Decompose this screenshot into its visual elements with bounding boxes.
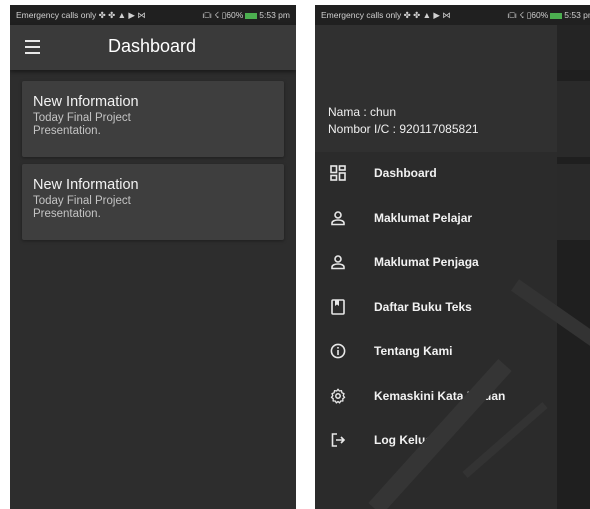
status-left-text: Emergency calls only ✤ ✤ ▲ ▶ ⋈ [321, 10, 451, 20]
info-card-title: New Information [33, 94, 139, 110]
gear-icon [330, 388, 346, 404]
status-signal-text: ı⎕ı ☇ ▯60% [202, 10, 244, 20]
drawer-item-label: Dashboard [374, 166, 437, 180]
book-icon [331, 298, 345, 315]
battery-icon [550, 12, 563, 19]
drawer-item-label: Log Keluar [374, 433, 437, 447]
dashboard-icon [330, 165, 346, 181]
drawer-item-daftar-buku-teks[interactable]: Daftar Buku Teks [315, 286, 557, 331]
hamburger-menu-icon[interactable] [25, 40, 40, 54]
info-icon [330, 343, 346, 359]
info-card[interactable]: New Information Today Final Project Pres… [22, 164, 284, 240]
status-signal-text: ı⎕ı ☇ ▯60% [507, 10, 549, 20]
status-right: ı⎕ı ☇ ▯60% 5:53 pm [202, 5, 290, 25]
person-icon [331, 255, 345, 270]
drawer-screen: Nama : chun Nombor I/C : 920117085821 Da… [315, 5, 590, 509]
drawer-item-label: Maklumat Penjaga [374, 255, 479, 269]
info-card-body: Today Final Project Presentation. [33, 112, 131, 137]
info-card[interactable]: New Information Today Final Project Pres… [22, 81, 284, 157]
dimmed-card [557, 81, 590, 157]
status-right: ı⎕ı ☇ ▯60% 5:53 pm [507, 5, 590, 25]
person-icon [331, 210, 345, 225]
drawer-item-maklumat-pelajar[interactable]: Maklumat Pelajar [315, 197, 557, 242]
dimmed-app-bar [557, 25, 590, 70]
navigation-drawer: Nama : chun Nombor I/C : 920117085821 Da… [315, 5, 557, 509]
status-bar: Emergency calls only ✤ ✤ ▲ ▶ ⋈ ı⎕ı ☇ ▯60… [315, 5, 590, 25]
drawer-item-label: Kemaskini Kata Laluan [374, 388, 506, 403]
drawer-item-maklumat-penjaga[interactable]: Maklumat Penjaga [315, 241, 557, 286]
drawer-menu: Dashboard Maklumat Pelajar Maklumat Penj… [315, 152, 557, 464]
logout-icon [331, 433, 346, 447]
drawer-item-dashboard[interactable]: Dashboard [315, 152, 557, 197]
battery-icon [245, 12, 258, 19]
drawer-item-kemaskini-kata-laluan[interactable]: Kemaskini Kata Laluan [315, 375, 557, 420]
status-time: 5:53 pm [259, 10, 290, 20]
drawer-item-label: Daftar Buku Teks [374, 299, 472, 314]
dashboard-screen: Emergency calls only ✤ ✤ ▲ ▶ ⋈ ı⎕ı ☇ ▯60… [10, 5, 296, 509]
drawer-item-label: Tentang Kami [374, 344, 453, 358]
drawer-item-log-keluar[interactable]: Log Keluar [315, 419, 557, 464]
status-bar: Emergency calls only ✤ ✤ ▲ ▶ ⋈ ı⎕ı ☇ ▯60… [10, 5, 296, 25]
dimmed-card [557, 164, 590, 240]
status-time: 5:53 pm [564, 10, 590, 20]
info-card-title: New Information [33, 177, 139, 193]
app-bar: Dashboard [10, 25, 296, 70]
drawer-item-tentang-kami[interactable]: Tentang Kami [315, 330, 557, 375]
page-title: Dashboard [108, 36, 197, 56]
user-name: Nama : chun [328, 105, 397, 119]
user-ic-number: Nombor I/C : 920117085821 [328, 122, 479, 136]
drawer-item-label: Maklumat Pelajar [374, 210, 473, 225]
info-card-body: Today Final Project Presentation. [33, 195, 131, 220]
status-left-text: Emergency calls only ✤ ✤ ▲ ▶ ⋈ [16, 10, 146, 20]
drawer-header: Nama : chun Nombor I/C : 920117085821 [315, 25, 557, 152]
